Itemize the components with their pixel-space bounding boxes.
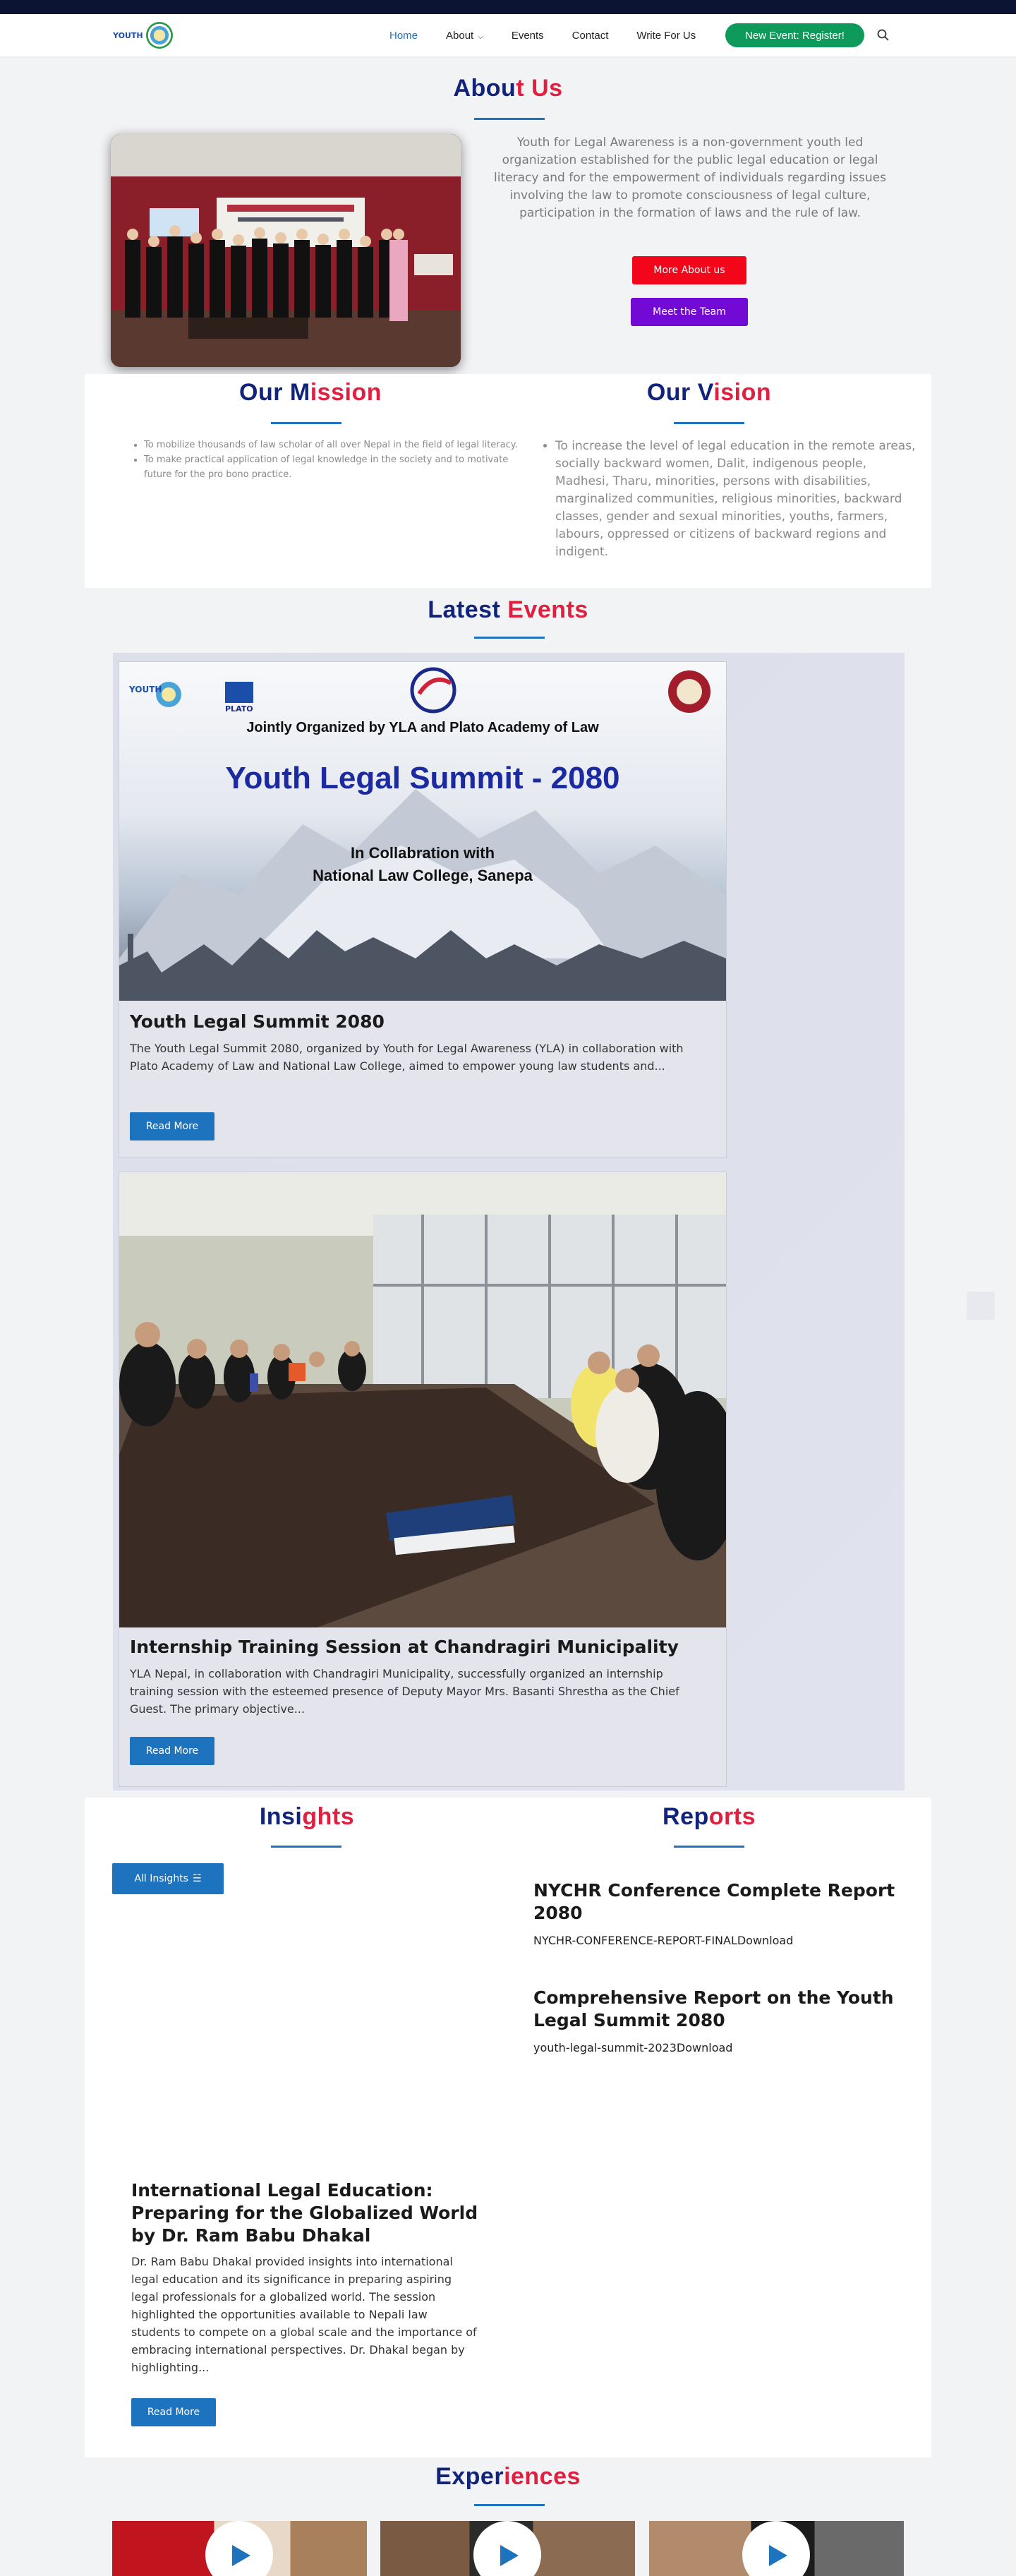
vision-title-b: ision bbox=[713, 379, 772, 406]
events-title-b: Events bbox=[507, 596, 588, 623]
top-strip bbox=[0, 0, 1016, 14]
scroll-to-top-button[interactable] bbox=[967, 1292, 995, 1320]
experience-video[interactable] bbox=[649, 2521, 904, 2576]
nav-events[interactable]: Events bbox=[497, 30, 558, 42]
mission-title: Our Mission bbox=[198, 379, 423, 407]
vision-item: To increase the level of legal education… bbox=[555, 438, 922, 561]
experiences-title-a: Exper bbox=[435, 2463, 504, 2490]
report-download-link[interactable]: youth-legal-summit-2023Download bbox=[533, 2041, 732, 2054]
mission-item: To mobilize thousands of law scholar of … bbox=[144, 438, 525, 452]
poster-collab-line-2: National Law College, Sanepa bbox=[313, 867, 533, 884]
nav-home[interactable]: Home bbox=[375, 30, 432, 42]
report-title[interactable]: NYCHR Conference Complete Report 2080 bbox=[533, 1879, 907, 1925]
meet-the-team-button[interactable]: Meet the Team bbox=[631, 298, 748, 326]
experiences-underline bbox=[474, 2504, 545, 2506]
report-download-link[interactable]: NYCHR-CONFERENCE-REPORT-FINALDownload bbox=[533, 1934, 793, 1947]
event-title[interactable]: Internship Training Session at Chandragi… bbox=[130, 1637, 679, 1657]
read-more-button[interactable]: Read More bbox=[130, 1112, 214, 1140]
mission-title-a: Our M bbox=[239, 379, 310, 406]
insight-excerpt: Dr. Ram Babu Dhakal provided insights in… bbox=[131, 2255, 477, 2374]
about-title-a: Abou bbox=[453, 75, 516, 102]
nav-contact[interactable]: Contact bbox=[558, 30, 623, 42]
event-title[interactable]: Youth Legal Summit 2080 bbox=[130, 1011, 385, 1032]
about-description: Youth for Legal Awareness is a non-gover… bbox=[494, 136, 886, 220]
poster-logo-youth: YOUTH bbox=[129, 685, 162, 694]
cap-icon: ☱ bbox=[192, 1873, 202, 1884]
insights-title-b: ghts bbox=[302, 1803, 355, 1830]
mission-underline bbox=[271, 422, 341, 424]
experiences-title: Experiences bbox=[395, 2463, 621, 2491]
report-title[interactable]: Comprehensive Report on the Youth Legal … bbox=[533, 1987, 907, 2032]
mission-list: To mobilize thousands of law scholar of … bbox=[128, 438, 525, 482]
event-excerpt: YLA Nepal, in collaboration with Chandra… bbox=[130, 1667, 679, 1716]
nav-about[interactable]: About ⌵ bbox=[432, 30, 497, 42]
events-panel: YOUTH PLATO Jointly Organized by YLA and… bbox=[113, 653, 905, 1790]
reports-title-a: Rep bbox=[663, 1803, 709, 1830]
insights-underline bbox=[271, 1846, 341, 1848]
site-header: YOUTH Home About ⌵ Events Contact Write F… bbox=[0, 14, 1016, 56]
vision-title: Our Vision bbox=[596, 379, 822, 407]
event-excerpt: The Youth Legal Summit 2080, organized b… bbox=[130, 1042, 684, 1073]
about-title-b: t Us bbox=[516, 75, 563, 102]
insight-title[interactable]: International Legal Education: Preparing… bbox=[131, 2179, 498, 2247]
reports-title: Reports bbox=[596, 1803, 822, 1831]
about-title: About Us bbox=[395, 75, 621, 102]
events-title-a: Latest bbox=[428, 596, 508, 623]
all-insights-button[interactable]: All Insights ☱ bbox=[112, 1863, 224, 1894]
vision-underline bbox=[674, 422, 744, 424]
nav-write-for-us[interactable]: Write For Us bbox=[622, 30, 710, 42]
play-icon[interactable] bbox=[742, 2521, 810, 2576]
main-menu: Home About ⌵ Events Contact Write For Us bbox=[375, 14, 710, 56]
read-more-button[interactable]: Read More bbox=[131, 2398, 216, 2426]
poster-logo-plato: PLATO bbox=[225, 704, 253, 714]
logo-seal-icon bbox=[145, 22, 173, 49]
mission-title-b: ission bbox=[310, 379, 382, 406]
poster-collab-line-1: In Collabration with bbox=[350, 844, 495, 862]
reports-underline bbox=[674, 1846, 744, 1848]
vision-list: To increase the level of legal education… bbox=[540, 438, 922, 561]
event-poster-image[interactable]: YOUTH PLATO Jointly Organized by YLA and… bbox=[119, 662, 726, 1001]
reports-title-b: orts bbox=[708, 1803, 756, 1830]
experiences-title-b: iences bbox=[504, 2463, 581, 2490]
nav-about-label: About bbox=[446, 29, 474, 42]
mission-item: To make practical application of legal k… bbox=[144, 452, 525, 482]
event-card: Internship Training Session at Chandragi… bbox=[119, 1172, 727, 1787]
event-card: YOUTH PLATO Jointly Organized by YLA and… bbox=[119, 661, 727, 1158]
experience-video[interactable] bbox=[380, 2521, 635, 2576]
play-icon[interactable] bbox=[205, 2521, 273, 2576]
all-insights-label: All Insights bbox=[134, 1873, 188, 1884]
events-underline bbox=[474, 637, 545, 639]
about-group-photo bbox=[111, 134, 461, 367]
read-more-button[interactable]: Read More bbox=[130, 1737, 214, 1765]
insights-title: Insights bbox=[194, 1803, 420, 1831]
play-icon[interactable] bbox=[473, 2521, 541, 2576]
experience-video[interactable] bbox=[112, 2521, 367, 2576]
events-title: Latest Events bbox=[395, 596, 621, 624]
about-underline bbox=[474, 118, 545, 120]
chevron-down-icon: ⌵ bbox=[478, 32, 483, 41]
event-training-photo[interactable] bbox=[119, 1172, 726, 1627]
site-logo[interactable]: YOUTH bbox=[113, 21, 181, 49]
poster-organized-line: Jointly Organized by YLA and Plato Acade… bbox=[246, 720, 599, 735]
insights-title-a: Insi bbox=[259, 1803, 303, 1830]
poster-headline: Youth Legal Summit - 2080 bbox=[225, 761, 620, 795]
search-icon[interactable] bbox=[876, 28, 890, 42]
register-button[interactable]: New Event: Register! bbox=[725, 23, 864, 47]
vision-title-a: Our V bbox=[646, 379, 714, 406]
logo-text: YOUTH bbox=[113, 30, 143, 40]
more-about-us-button[interactable]: More About us bbox=[632, 256, 746, 284]
